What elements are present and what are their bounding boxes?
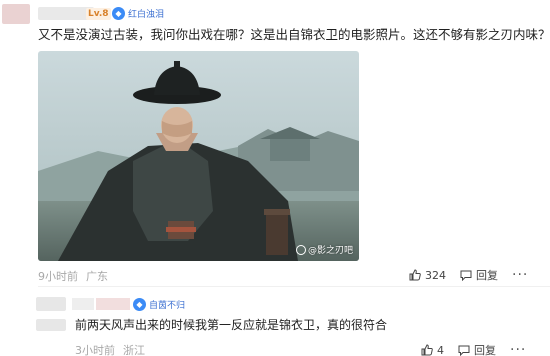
comment-time: 9小时前 (38, 270, 78, 283)
like-button[interactable]: 324 (409, 269, 446, 282)
reply-reply-button[interactable]: 回复 (458, 342, 496, 356)
reply-meta: 3小时前 浙江 (75, 342, 145, 356)
reply-username-redacted[interactable] (72, 298, 94, 310)
reply-label: 回复 (476, 269, 498, 282)
user-level-badge: Lv.8 (86, 8, 111, 20)
verified-badge-icon: ◆ (133, 298, 146, 311)
speech-bubble-icon (460, 270, 472, 281)
reply-like-button[interactable]: 4 (421, 344, 444, 356)
fan-badge-label: 红白浊泪 (128, 10, 165, 20)
reply-like-count: 4 (437, 343, 444, 356)
watermark-icon (295, 244, 306, 255)
comment-location: 广东 (86, 270, 108, 283)
reply-avatar-lower (36, 319, 66, 331)
verified-badge-icon: ◆ (112, 7, 125, 20)
reply-text: 前两天风声出来的时候我第一反应就是锦衣卫，真的很符合 (75, 318, 388, 332)
comment-text: 又不是没演过古装，我问你出戏在哪？这是出自锦衣卫的电影照片。这还不够有影之刃内味… (38, 27, 550, 42)
reply-actions: 4 回复 ··· (421, 342, 526, 356)
comment-card: Lv.8 ◆ 红白浊泪 又不是没演过古装，我问你出戏在哪？这是出自锦衣卫的电影照… (0, 0, 550, 286)
more-dots-icon[interactable]: ··· (512, 267, 528, 283)
reply-time: 3小时前 (75, 344, 115, 356)
thumbs-up-icon (409, 269, 421, 281)
comment-actions: 324 回复 ··· (409, 267, 528, 283)
image-watermark: @影之刃吧 (295, 243, 353, 256)
like-count: 324 (425, 268, 446, 282)
reply-fan-badge[interactable]: ◆ 自茵不归 (133, 297, 185, 312)
divider (38, 286, 550, 287)
reply-location: 浙江 (123, 344, 145, 356)
reply-fan-badge-label: 自茵不归 (149, 301, 186, 311)
reply-reply-label: 回复 (474, 344, 496, 356)
more-dots-icon[interactable]: ··· (510, 342, 526, 356)
avatar[interactable] (2, 4, 30, 24)
fan-badge[interactable]: ◆ 红白浊泪 (112, 6, 164, 21)
reply-avatar[interactable] (36, 297, 66, 311)
comment-meta: 9小时前 广东 (38, 268, 108, 284)
reply-username-redacted-2[interactable] (96, 298, 130, 310)
comment-image[interactable]: @影之刃吧 (38, 51, 359, 261)
movie-still (38, 51, 359, 261)
thumbs-up-icon (421, 344, 433, 356)
reply-button[interactable]: 回复 (460, 267, 498, 283)
speech-bubble-icon (458, 345, 470, 356)
